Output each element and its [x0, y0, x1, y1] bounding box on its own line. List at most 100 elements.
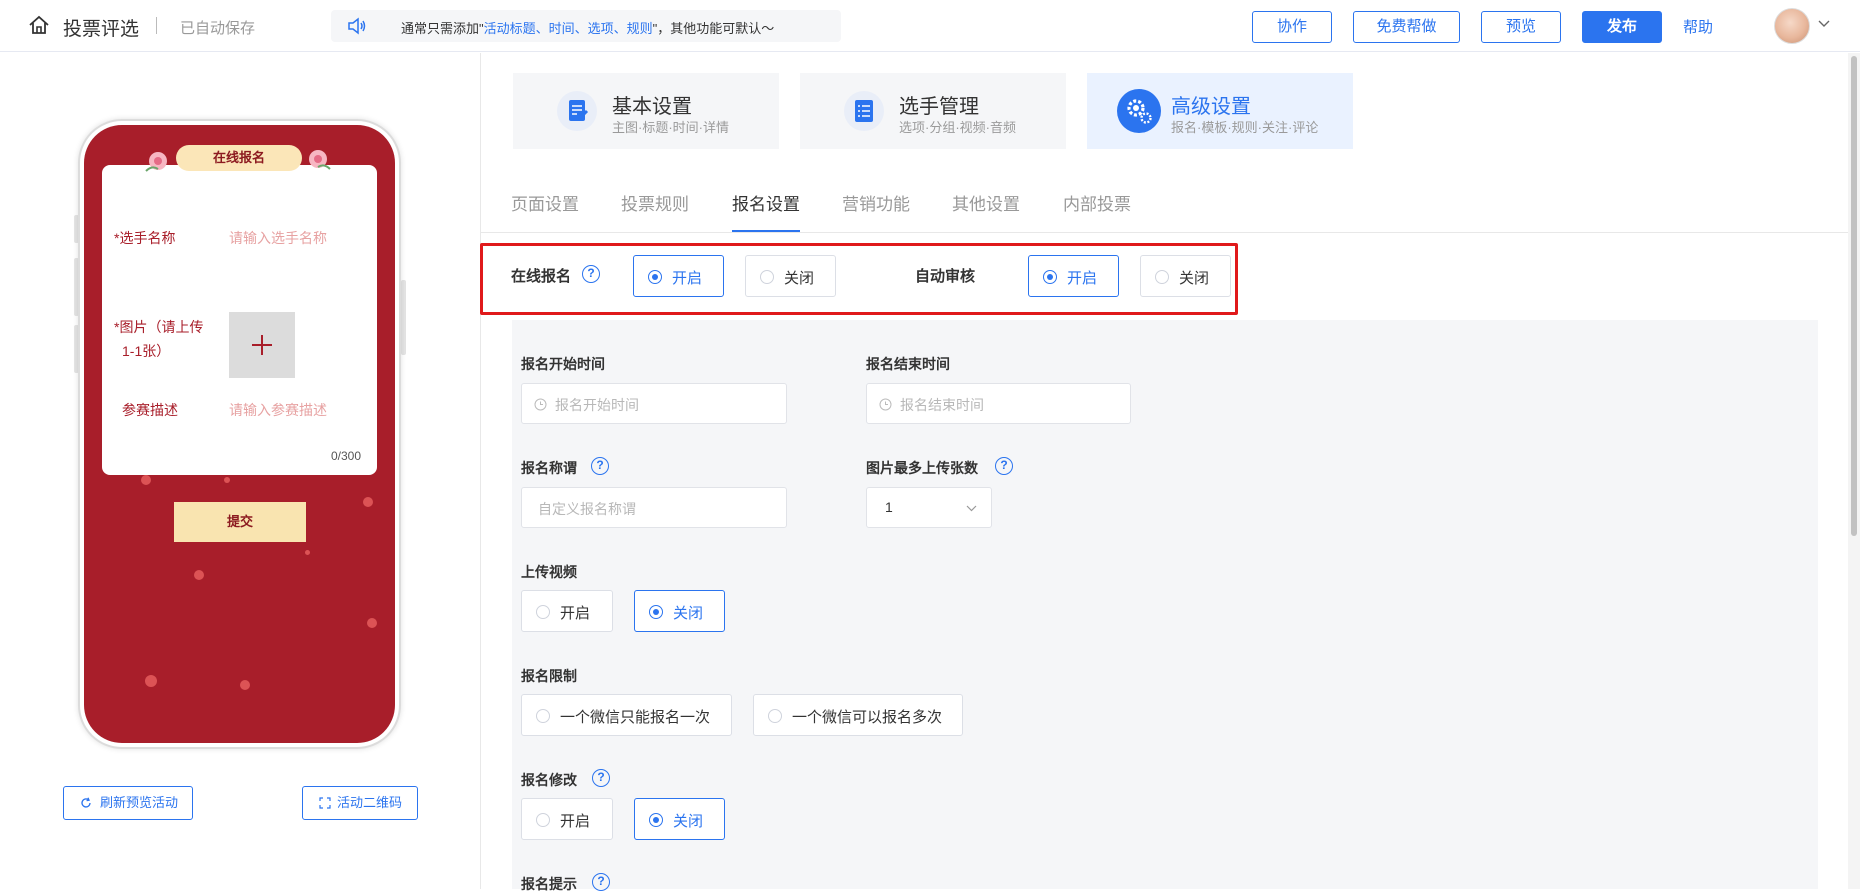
- signup-limit-label: 报名限制: [521, 668, 577, 684]
- avatar[interactable]: [1774, 8, 1810, 44]
- field-label-description: 参赛描述: [122, 402, 178, 418]
- petal-decoration: [367, 618, 377, 628]
- signup-edit-on-radio[interactable]: 开启: [521, 798, 613, 840]
- radio-dot: [536, 709, 550, 723]
- step-subtitle: 报名·模板·规则·关注·评论: [1171, 120, 1319, 135]
- online-signup-off-radio[interactable]: 关闭: [745, 255, 836, 297]
- radio-label: 关闭: [673, 813, 704, 830]
- radio-dot: [768, 709, 782, 723]
- signup-start-label: 报名开始时间: [521, 356, 605, 372]
- auto-review-off-radio[interactable]: 关闭: [1140, 255, 1231, 297]
- tab-internal-vote[interactable]: 内部投票: [1063, 190, 1131, 215]
- home-icon[interactable]: [28, 14, 50, 36]
- signup-end-input[interactable]: 报名结束时间: [866, 383, 1131, 424]
- list-icon: [844, 91, 884, 131]
- radio-label: 一个微信可以报名多次: [792, 709, 943, 726]
- notice-text: 通常只需添加"活动标题、时间、选项、规则"，其他功能可默认～: [401, 18, 774, 37]
- qrcode-button[interactable]: 活动二维码: [302, 786, 418, 820]
- upload-video-label: 上传视频: [521, 564, 577, 580]
- step-basic-settings[interactable]: 基本设置 主图·标题·时间·详情: [513, 73, 779, 149]
- app-title: 投票评选: [63, 19, 140, 40]
- upload-video-off-radio[interactable]: 关闭: [634, 590, 725, 632]
- petal-decoration: [224, 477, 230, 483]
- chevron-down-icon: [966, 505, 977, 512]
- publish-button[interactable]: 发布: [1582, 11, 1662, 43]
- active-tab-indicator: [732, 230, 800, 232]
- notice-highlight: 活动标题、时间、选项、规则: [483, 21, 653, 36]
- radio-dot: [648, 270, 662, 284]
- petal-decoration: [145, 675, 157, 687]
- image-upload-box[interactable]: [229, 312, 295, 378]
- panel-divider: [480, 53, 481, 889]
- help-icon[interactable]: ?: [592, 769, 610, 787]
- phone-preview-screen: *选手名称 请输入选手名称 *图片（请上传 1-1张） 参赛描述 请输入参赛描述 …: [84, 125, 395, 743]
- description-input[interactable]: 请输入参赛描述: [229, 400, 327, 420]
- submit-button[interactable]: 提交: [174, 502, 306, 542]
- radio-dot: [536, 813, 550, 827]
- placeholder: 报名结束时间: [900, 397, 984, 413]
- autosave-status: 已自动保存: [180, 20, 256, 37]
- signup-tip-label: 报名提示: [521, 876, 577, 892]
- upload-video-on-radio[interactable]: 开启: [521, 590, 613, 632]
- signup-title-input[interactable]: 自定义报名称谓: [521, 487, 787, 528]
- signup-edit-off-radio[interactable]: 关闭: [634, 798, 725, 840]
- field-label-image: *图片（请上传 1-1张）: [114, 315, 203, 363]
- tab-marketing[interactable]: 营销功能: [842, 190, 910, 215]
- speaker-icon: [348, 17, 366, 35]
- tab-other-settings[interactable]: 其他设置: [952, 190, 1020, 215]
- signup-form-card: *选手名称 请输入选手名称 *图片（请上传 1-1张） 参赛描述 请输入参赛描述 …: [102, 165, 377, 475]
- radio-label: 开启: [672, 270, 703, 287]
- radio-dot: [1155, 270, 1169, 284]
- online-signup-label: 在线报名: [511, 268, 572, 285]
- clock-icon: [879, 398, 892, 411]
- online-signup-on-radio[interactable]: 开启: [633, 255, 724, 297]
- tab-signup-settings[interactable]: 报名设置: [732, 190, 800, 215]
- help-link[interactable]: 帮助: [1683, 16, 1713, 37]
- placeholder: 自定义报名称谓: [538, 501, 636, 517]
- scan-icon: [319, 797, 331, 809]
- radio-label: 关闭: [784, 270, 815, 287]
- notice-bar: 通常只需添加"活动标题、时间、选项、规则"，其他功能可默认～: [331, 10, 841, 42]
- chevron-down-icon[interactable]: [1818, 20, 1830, 28]
- signup-once-radio[interactable]: 一个微信只能报名一次: [521, 694, 732, 736]
- phone-side-key: [401, 280, 406, 355]
- field-label-line1: 图片（请上传: [119, 319, 204, 335]
- title-divider: [156, 17, 157, 34]
- tab-page-settings[interactable]: 页面设置: [511, 190, 579, 215]
- help-icon[interactable]: ?: [995, 457, 1013, 475]
- placeholder: 报名开始时间: [555, 397, 639, 413]
- max-images-select[interactable]: 1: [866, 487, 992, 528]
- step-contestant-management[interactable]: 选手管理 选项·分组·视频·音频: [800, 73, 1066, 149]
- step-title: 基本设置: [612, 96, 692, 118]
- petal-decoration: [194, 570, 204, 580]
- step-advanced-settings[interactable]: 高级设置 报名·模板·规则·关注·评论: [1087, 73, 1353, 149]
- tab-vote-rules[interactable]: 投票规则: [621, 190, 689, 215]
- auto-review-on-radio[interactable]: 开启: [1028, 255, 1119, 297]
- collaborate-button[interactable]: 协作: [1252, 11, 1332, 43]
- refresh-preview-button[interactable]: 刷新预览活动: [63, 786, 193, 820]
- selected-value: 1: [885, 499, 893, 515]
- clock-icon: [534, 398, 547, 411]
- step-title: 选手管理: [899, 96, 979, 118]
- step-subtitle: 选项·分组·视频·音频: [899, 120, 1016, 135]
- radio-label: 一个微信只能报名一次: [560, 709, 711, 726]
- free-help-button[interactable]: 免费帮做: [1353, 11, 1460, 43]
- scrollbar-thumb[interactable]: [1851, 56, 1857, 536]
- preview-button[interactable]: 预览: [1481, 11, 1561, 43]
- field-label-text: 选手名称: [119, 230, 176, 246]
- radio-label: 开启: [560, 605, 591, 622]
- help-icon[interactable]: ?: [591, 457, 609, 475]
- edit-doc-icon: [557, 91, 597, 131]
- petal-decoration: [305, 550, 310, 555]
- signup-start-input[interactable]: 报名开始时间: [521, 383, 787, 424]
- help-icon[interactable]: ?: [582, 265, 600, 283]
- signup-multiple-radio[interactable]: 一个微信可以报名多次: [753, 694, 963, 736]
- auto-review-label: 自动审核: [915, 268, 976, 285]
- step-title: 高级设置: [1171, 96, 1251, 118]
- char-counter: 0/300: [330, 449, 361, 463]
- contestant-name-input[interactable]: 请输入选手名称: [229, 228, 327, 248]
- flower-decoration: [145, 152, 167, 172]
- radio-label: 开启: [1067, 270, 1098, 287]
- help-icon[interactable]: ?: [592, 873, 610, 891]
- radio-dot: [649, 813, 663, 827]
